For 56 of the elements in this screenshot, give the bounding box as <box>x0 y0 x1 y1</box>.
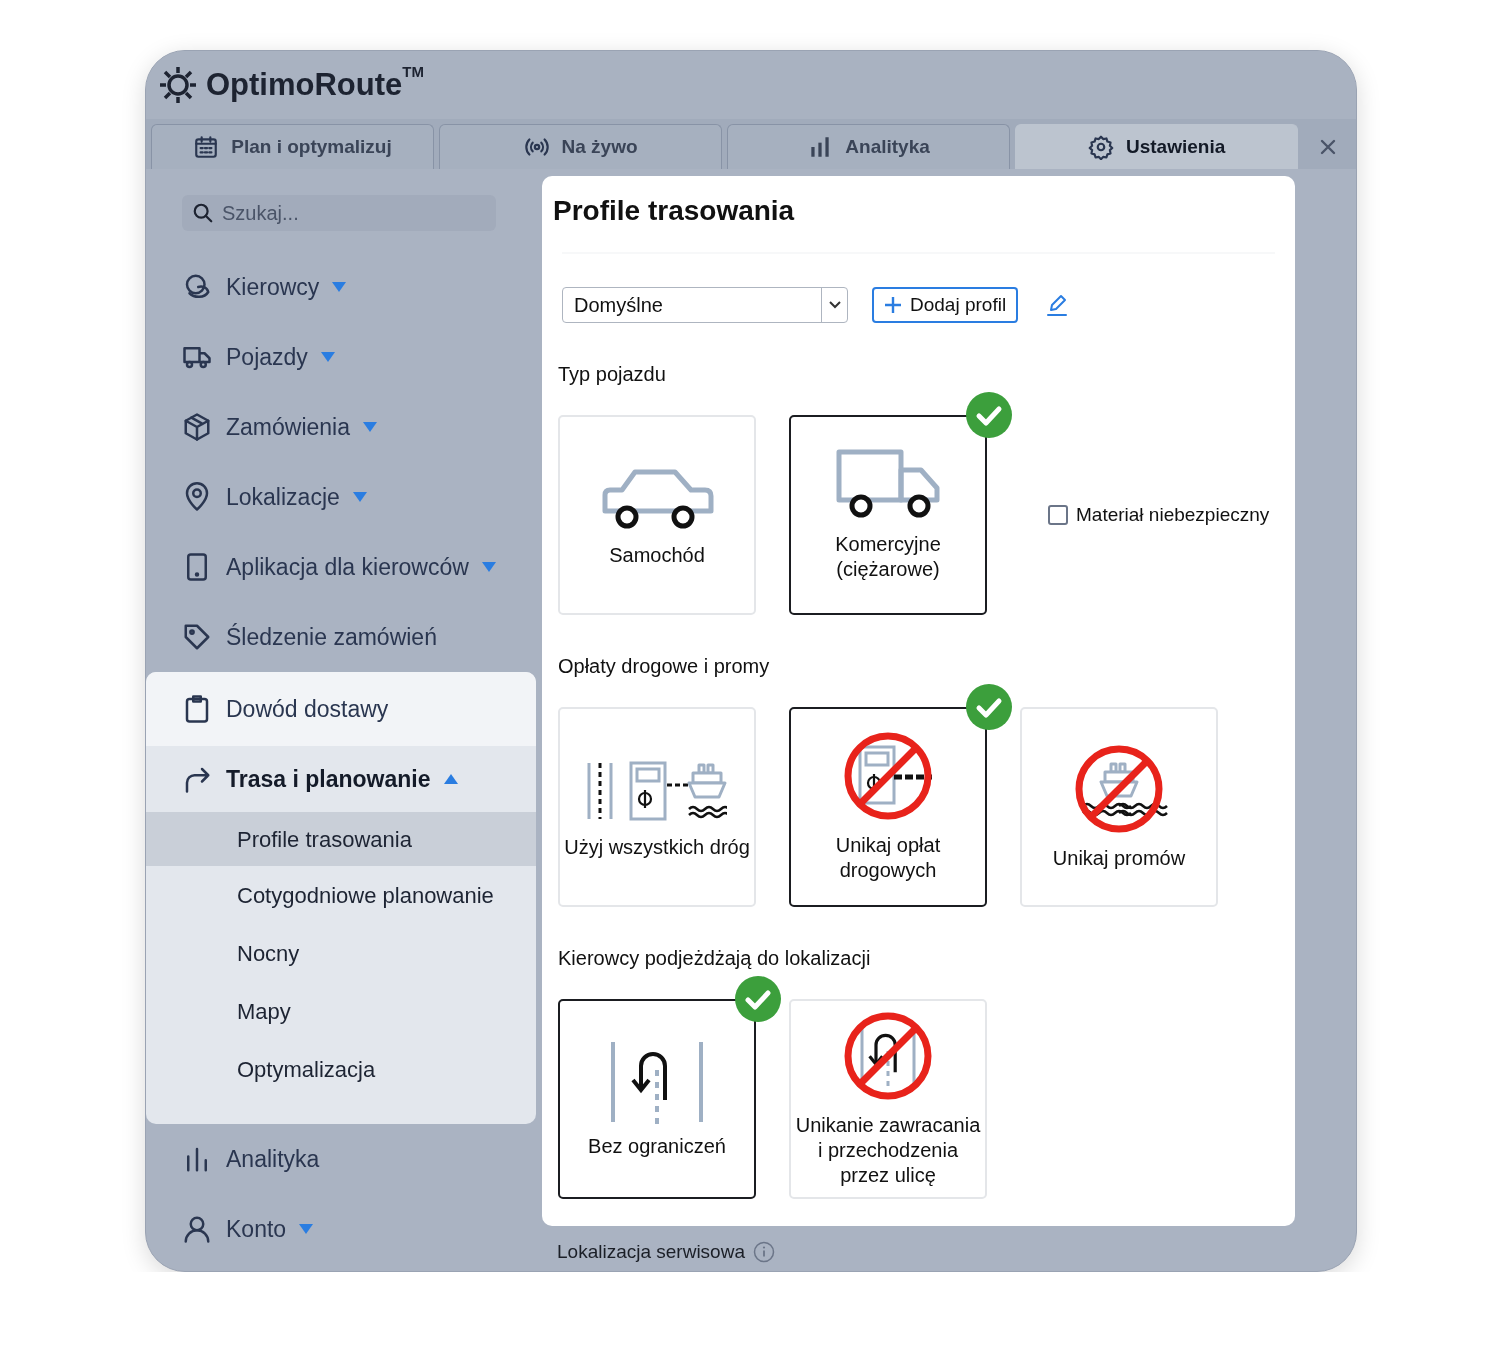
option-card[interactable]: Unikanie zawracania i przechodzenia przez ulicę <box>789 999 987 1199</box>
sidebar-item[interactable]: Lokalizacje <box>146 462 536 532</box>
page-title: Profile trasowania <box>553 194 796 228</box>
sidebar-item[interactable]: Śledzenie zamówień <box>146 602 536 672</box>
checkmark-badge-icon <box>734 975 782 1023</box>
box-icon <box>182 412 212 442</box>
option-label: Samochód <box>609 542 705 568</box>
sidebar-subitem[interactable]: Nocny <box>146 924 536 982</box>
sidebar-subitem[interactable]: Mapy <box>146 982 536 1040</box>
pencil-icon[interactable] <box>1046 293 1069 317</box>
checkmark-badge-icon <box>965 391 1013 439</box>
option-card[interactable]: Użyj wszystkich dróg <box>558 707 756 907</box>
calendar-icon <box>193 134 220 160</box>
sidebar-item[interactable]: Zamówienia <box>146 392 536 462</box>
option-card[interactable]: Unikaj opłat drogowych <box>789 707 987 907</box>
tag-icon <box>182 622 212 652</box>
plus-icon <box>884 296 902 314</box>
checkbox[interactable] <box>1048 505 1068 525</box>
search-field[interactable]: Szukaj... <box>182 195 496 231</box>
section-title: Kierowcy podjeżdżają do lokalizacji <box>558 946 872 971</box>
sidebar-subitem[interactable]: Profile trasowania <box>146 812 536 866</box>
sidebar-item[interactable]: Dowód dostawy <box>146 672 536 746</box>
add-profile-button[interactable]: Dodaj profil <box>872 287 1019 323</box>
checkmark-badge-icon <box>965 683 1013 731</box>
option-card[interactable]: Samochód <box>558 415 756 615</box>
sidebar-item[interactable]: Kierowcy <box>146 252 536 322</box>
tab[interactable]: Analityka <box>727 124 1011 169</box>
tab[interactable]: Ustawienia <box>1015 124 1299 169</box>
info-icon[interactable] <box>752 1241 775 1264</box>
tab[interactable]: Plan i optymalizuj <box>151 124 435 169</box>
close-icon <box>1318 137 1337 156</box>
profile-select[interactable]: Domyślne <box>562 287 848 323</box>
section-title: Lokalizacja serwisowa <box>557 1240 745 1264</box>
option-label: Unikanie zawracania i przechodzenia przez ulicę <box>795 1112 981 1188</box>
chevron-down-icon <box>827 300 842 310</box>
sidebar-subitem[interactable]: Cotygodniowe planowanie <box>146 866 536 924</box>
section-title: Opłaty drogowe i promy <box>558 654 771 679</box>
option-label: Unikaj promów <box>1052 845 1186 871</box>
section-title: Typ pojazdu <box>558 362 667 387</box>
sidebar-item[interactable]: Analityka <box>146 1124 536 1194</box>
sidebar-item[interactable]: Aplikacja dla kierowców <box>146 532 536 602</box>
app-logo: OptimoRoute$^{TM}$ <box>206 61 424 104</box>
option-label: Użyj wszystkich dróg <box>564 834 750 860</box>
sidebar-item[interactable]: Konto <box>146 1194 536 1264</box>
tab[interactable]: Na żywo <box>439 124 723 169</box>
hazmat-label: Materiał niebezpieczny <box>1076 502 1270 527</box>
option-label: Komercyjne (ciężarowe) <box>834 532 942 582</box>
option-card[interactable]: Komercyjne (ciężarowe) <box>789 415 987 615</box>
option-card[interactable]: Bez ograniczeń <box>558 999 756 1199</box>
option-label: Bez ograniczeń <box>588 1133 726 1159</box>
option-card[interactable]: Unikaj promów <box>1020 707 1218 907</box>
sidebar-subitem[interactable]: Optymalizacja <box>146 1040 536 1098</box>
sidebar-item[interactable]: Pojazdy <box>146 322 536 392</box>
settings-icon <box>1087 134 1114 160</box>
user-icon <box>182 1214 212 1244</box>
option-label: Unikaj opłat drogowych <box>834 833 942 883</box>
